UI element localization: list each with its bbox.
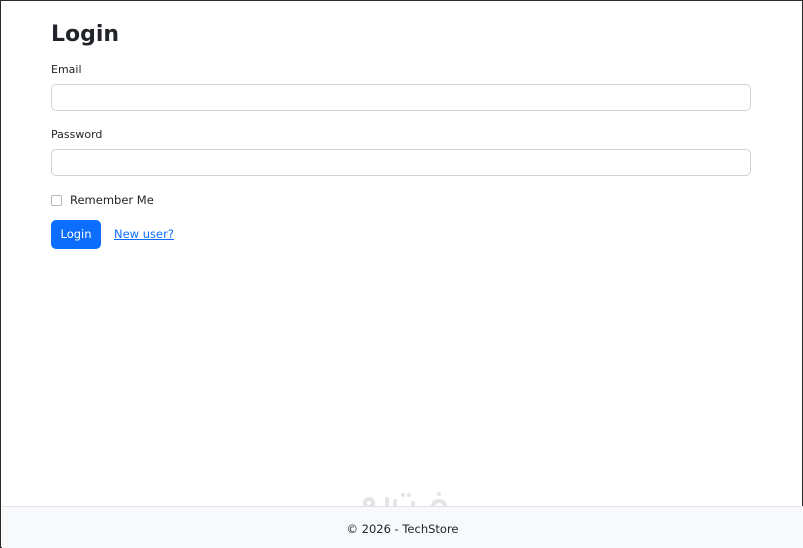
page-title: Login [51, 22, 120, 47]
footer-copyright: © 2026 - TechStore [346, 522, 459, 536]
password-label: Password [51, 128, 103, 141]
browser-viewport: Login Email Password Remember Me Login N… [0, 0, 803, 548]
password-field[interactable] [51, 149, 751, 176]
remember-me-checkbox[interactable] [51, 194, 62, 206]
new-user-link[interactable]: New user? [114, 227, 174, 242]
email-field[interactable] [51, 84, 751, 111]
remember-me-label[interactable]: Remember Me [70, 193, 154, 207]
email-label: Email [51, 63, 82, 76]
remember-me-row[interactable]: Remember Me [51, 192, 154, 208]
login-button[interactable]: Login [51, 220, 101, 249]
page-footer: © 2026 - TechStore [2, 506, 803, 548]
